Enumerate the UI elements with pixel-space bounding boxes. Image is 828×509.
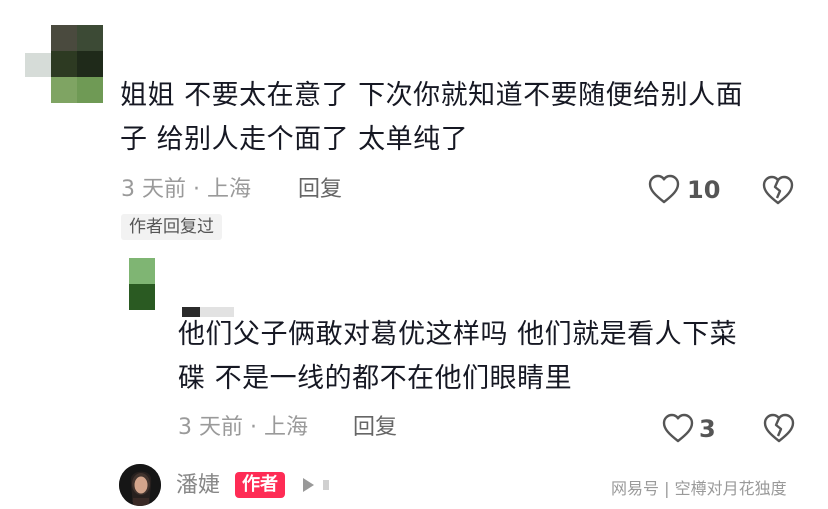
reply-like-count: 3 <box>699 415 716 443</box>
author-avatar[interactable] <box>119 464 161 506</box>
comment-like-count: 10 <box>687 176 721 204</box>
reply-text-line: 碟 不是一线的都不在他们眼睛里 <box>178 363 573 394</box>
watermark: 网易号 | 空樽对月花独度 <box>611 479 787 498</box>
commenter-avatar[interactable] <box>25 25 105 103</box>
avatar-portrait <box>119 464 161 506</box>
author-badge: 作者 <box>235 472 285 498</box>
replier-avatar[interactable] <box>129 258 157 312</box>
author-replied-tag: 作者回复过 <box>121 214 222 240</box>
reply-reply-button[interactable]: 回复 <box>353 413 397 443</box>
comment-text: 姐姐 不要太在意了 下次你就知道不要随便给别人面 子 给别人走个面了 太单纯了 <box>120 74 800 162</box>
reply-meta: 3 天前 · 上海 <box>178 415 308 440</box>
comment-reply-button[interactable]: 回复 <box>298 175 342 205</box>
reply-text: 他们父子俩敢对葛优这样吗 他们就是看人下菜 碟 不是一线的都不在他们眼睛里 <box>178 313 798 401</box>
play-icon-fragment <box>323 480 329 490</box>
heart-icon <box>648 174 680 204</box>
reply-text-line: 他们父子俩敢对葛优这样吗 他们就是看人下菜 <box>178 319 738 350</box>
reply-dislike-button[interactable] <box>762 412 796 444</box>
heart-icon <box>662 413 694 443</box>
author-name[interactable]: 潘婕 <box>176 471 220 501</box>
broken-heart-icon <box>762 175 794 205</box>
comment-meta: 3 天前 · 上海 <box>121 177 251 202</box>
comment-text-line: 子 给别人走个面了 太单纯了 <box>120 124 469 155</box>
comment-dislike-button[interactable] <box>761 174 795 206</box>
play-icon[interactable] <box>303 478 314 492</box>
comment-like-button[interactable]: 10 <box>647 172 727 206</box>
broken-heart-icon <box>763 413 795 443</box>
comment-text-line: 姐姐 不要太在意了 下次你就知道不要随便给别人面 <box>120 80 744 111</box>
reply-like-button[interactable]: 3 <box>661 411 721 445</box>
